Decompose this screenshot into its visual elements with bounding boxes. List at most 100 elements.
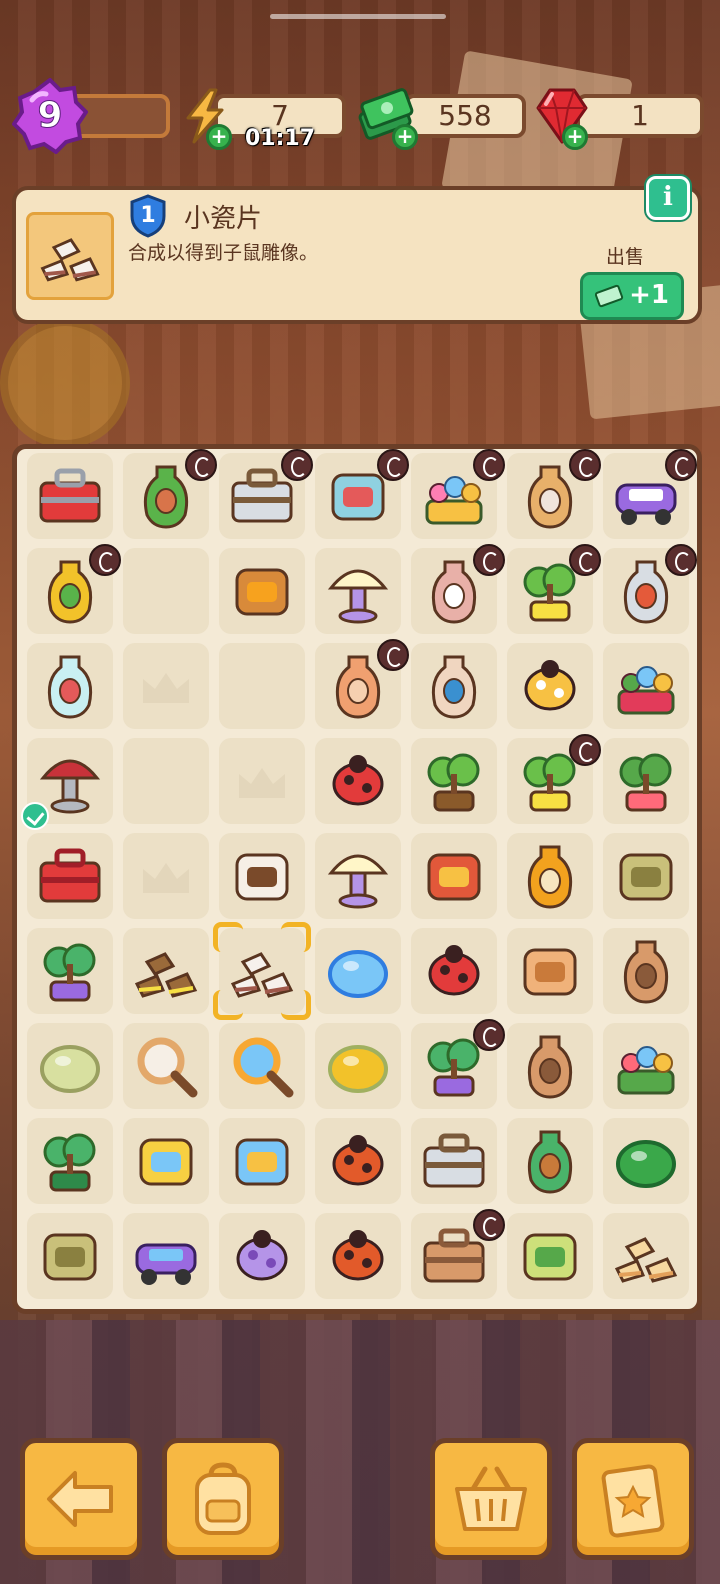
board-cell[interactable]: [411, 1118, 497, 1204]
gem-counter[interactable]: 1: [576, 94, 704, 138]
info-button[interactable]: i: [646, 176, 690, 220]
sell-button[interactable]: +1: [580, 272, 684, 320]
board-cell-selected[interactable]: [213, 922, 311, 1020]
board-cell[interactable]: [507, 1213, 593, 1299]
board-cell[interactable]: [219, 548, 305, 634]
bucket-icon: [139, 1138, 193, 1186]
board-cell-empty[interactable]: [123, 548, 209, 634]
board-cell[interactable]: [507, 833, 593, 919]
board-cell[interactable]: [315, 738, 401, 824]
ladybug-icon: [332, 755, 384, 806]
add-cash-button[interactable]: +: [392, 124, 418, 150]
board-cell[interactable]: [123, 1118, 209, 1204]
board-cell[interactable]: [411, 643, 497, 729]
item-thumbnail: [26, 212, 114, 300]
board-cell[interactable]: [507, 643, 593, 729]
board-cell[interactable]: [507, 928, 593, 1014]
board-cell[interactable]: [27, 1023, 113, 1109]
basket-icon: [455, 1466, 527, 1531]
board-cell[interactable]: [411, 544, 505, 634]
timer-lock-icon: [665, 544, 697, 576]
board-cell[interactable]: [411, 1209, 505, 1299]
board-cell[interactable]: [219, 833, 305, 919]
board-cell[interactable]: [27, 833, 113, 919]
moth-icon: [236, 1230, 288, 1281]
board-cell[interactable]: [411, 738, 497, 824]
porcelain-shards-icon: [40, 238, 100, 282]
leaf-sprout-icon: [43, 1133, 96, 1192]
board-cell[interactable]: [219, 1023, 305, 1109]
timer-lock-icon: [473, 1019, 505, 1051]
board-cell[interactable]: [27, 928, 113, 1014]
lamp-bunch-icon: [327, 854, 389, 909]
board-cell[interactable]: [123, 643, 209, 729]
backpack-button[interactable]: [162, 1438, 284, 1560]
board-cell[interactable]: [219, 1213, 305, 1299]
board-cell[interactable]: [21, 738, 113, 830]
cash-value: 558: [438, 99, 492, 132]
cash-counter[interactable]: 558: [404, 94, 526, 138]
board-cell[interactable]: [603, 1213, 689, 1299]
selection-corner: [213, 922, 243, 952]
board-cell[interactable]: [507, 734, 601, 824]
board-cell[interactable]: [315, 1023, 401, 1109]
board-cell[interactable]: [315, 1118, 401, 1204]
board-cell[interactable]: [507, 449, 601, 539]
board-cell[interactable]: [603, 928, 689, 1014]
board-cell[interactable]: [603, 833, 689, 919]
board-cell[interactable]: [411, 1019, 505, 1109]
board-cell[interactable]: [315, 928, 401, 1014]
board-cell[interactable]: [27, 1213, 113, 1299]
board-cell[interactable]: [27, 643, 113, 729]
board-cell[interactable]: [27, 544, 121, 634]
board-cell[interactable]: [603, 1118, 689, 1204]
status-notch: [270, 14, 446, 19]
flower-bush-icon: [619, 753, 672, 812]
board-cell[interactable]: [411, 833, 497, 919]
tasks-button[interactable]: [572, 1438, 694, 1560]
blue-gem-icon: [328, 950, 388, 998]
board-cell[interactable]: [315, 449, 409, 539]
board-cell[interactable]: [603, 738, 689, 824]
board-cell[interactable]: [123, 1023, 209, 1109]
board-cell[interactable]: [315, 833, 401, 919]
shop-basket-button[interactable]: [430, 1438, 552, 1560]
back-button[interactable]: [20, 1438, 142, 1560]
board-cell[interactable]: [507, 1118, 593, 1204]
board-cell[interactable]: [603, 449, 697, 539]
board-cell[interactable]: [123, 1213, 209, 1299]
board-cell-empty[interactable]: [219, 643, 305, 729]
board-cell[interactable]: [123, 449, 217, 539]
board-cell[interactable]: [411, 449, 505, 539]
board-cell[interactable]: [123, 928, 209, 1014]
board-cell[interactable]: [411, 928, 497, 1014]
add-gem-button[interactable]: +: [562, 124, 588, 150]
board-cell[interactable]: [219, 738, 305, 824]
board-cell[interactable]: [219, 449, 313, 539]
board-cell[interactable]: [219, 1118, 305, 1204]
shoe-horn-icon: [523, 1233, 577, 1281]
board-cell[interactable]: [603, 1023, 689, 1109]
board-cell[interactable]: [123, 833, 209, 919]
flower-cart-icon: [617, 1046, 675, 1095]
timer-lock-icon: [473, 449, 505, 481]
checkmark-icon: [21, 802, 49, 830]
board-cell[interactable]: [315, 1213, 401, 1299]
board-cell[interactable]: [603, 643, 689, 729]
board-cell[interactable]: [507, 1023, 593, 1109]
footprint-bag-icon: [235, 853, 289, 901]
timer-lock-icon: [665, 449, 697, 481]
board-cell[interactable]: [315, 548, 401, 634]
background-medal: [0, 318, 130, 448]
board-cell-empty[interactable]: [123, 738, 209, 824]
add-energy-button[interactable]: +: [206, 124, 232, 150]
board-cell[interactable]: [603, 544, 697, 634]
envelope-icon: [523, 948, 577, 996]
selection-corner: [213, 990, 243, 1020]
board-cell[interactable]: [315, 639, 409, 729]
board-cell[interactable]: [27, 453, 113, 539]
toolbox-generator-icon: [39, 468, 101, 523]
board-cell[interactable]: [27, 1118, 113, 1204]
crown-placeholder-icon: [143, 673, 189, 703]
board-cell[interactable]: [507, 544, 601, 634]
